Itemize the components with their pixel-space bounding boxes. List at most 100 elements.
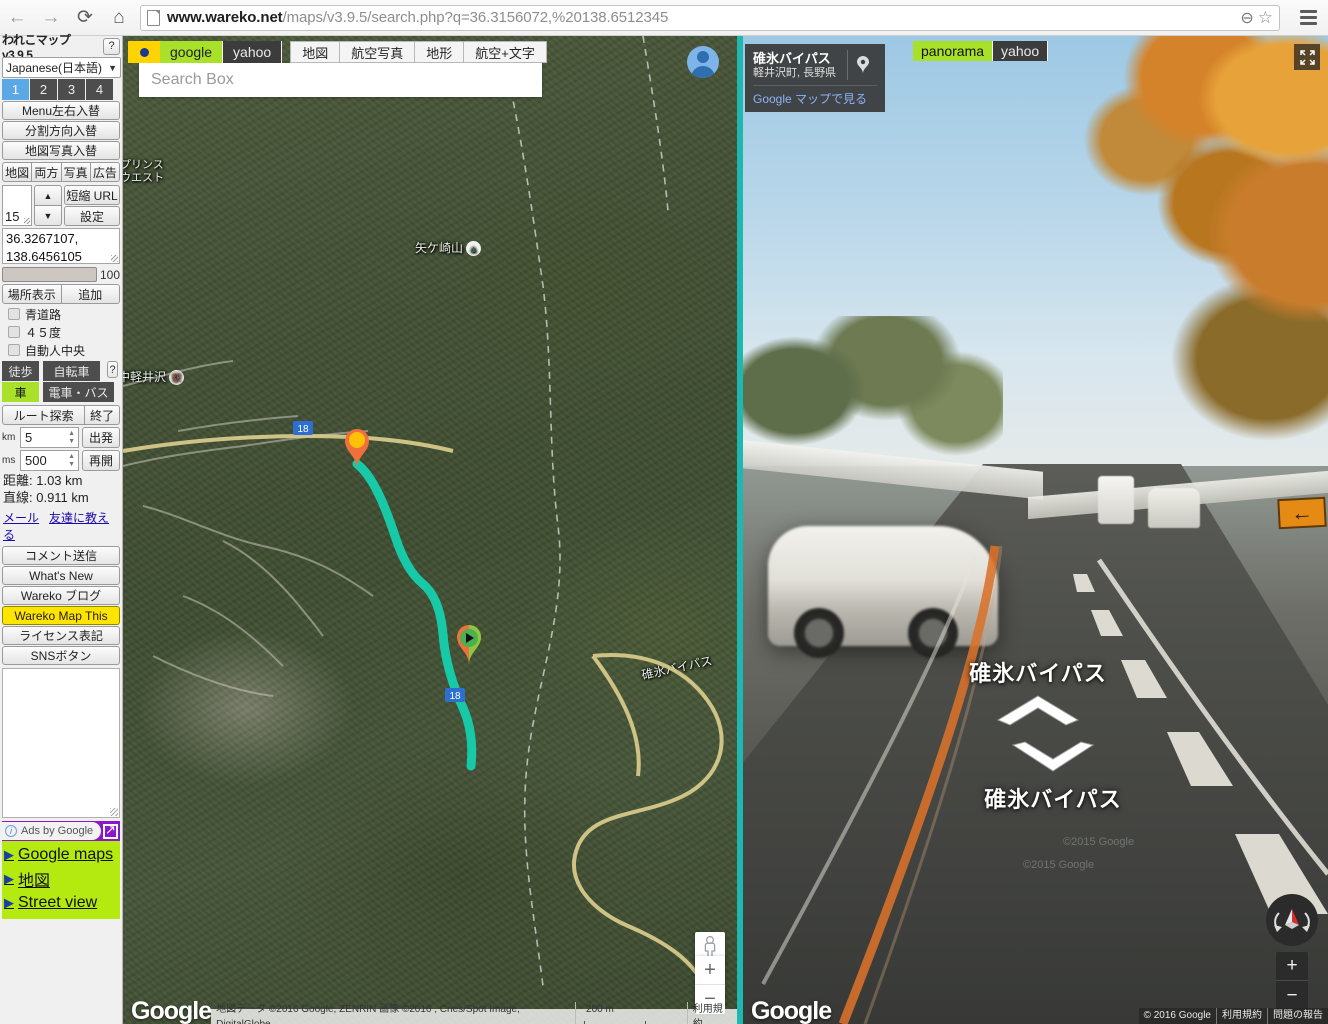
language-select[interactable]: Japanese(日本語) ▼	[2, 57, 121, 78]
notes-panel[interactable]	[2, 668, 120, 818]
sv-provider-tab-panorama[interactable]: panorama	[913, 41, 994, 61]
settings-button[interactable]: 設定	[64, 206, 120, 226]
home-icon[interactable]: ⌂	[102, 1, 136, 35]
view-mode-both[interactable]: 両方	[32, 162, 62, 182]
comment-send-button[interactable]: コメント送信	[2, 546, 120, 565]
ad-link-chizu[interactable]: ▶ 地図	[4, 867, 118, 891]
show-place-button[interactable]: 場所表示	[2, 284, 62, 304]
map-label-text: 矢ケ崎山	[415, 241, 464, 255]
back-arrow-icon[interactable]: ←	[0, 1, 34, 35]
travel-mode-transit[interactable]: 電車・バス	[43, 382, 115, 402]
route-search-button[interactable]: ルート探索	[2, 405, 86, 425]
map-terms-link[interactable]: 利用規約	[686, 1001, 737, 1024]
forward-arrow-icon[interactable]: →	[34, 1, 68, 35]
view-mode-map[interactable]: 地図	[2, 162, 33, 182]
checkbox-blue-road[interactable]: 青道路	[0, 305, 122, 323]
sv-nav-far[interactable]: 碓氷バイパス	[918, 656, 1158, 731]
map-layer-tab-terrain[interactable]: 地形	[415, 41, 465, 63]
zoom-down-button[interactable]: ▼	[34, 205, 62, 226]
map-layer-tab-satellite-labels[interactable]: 航空+文字	[464, 41, 547, 63]
checkbox-box[interactable]	[8, 326, 20, 338]
search-input[interactable]: Search Box	[139, 63, 542, 97]
panel-tab-4[interactable]: 4	[86, 79, 114, 100]
checkbox-box[interactable]	[8, 344, 20, 356]
travel-help-button[interactable]: ?	[107, 361, 118, 378]
map-provider-tab-yahoo[interactable]: yahoo	[223, 41, 283, 63]
view-mode-ads[interactable]: 広告	[90, 162, 120, 182]
streetview-panel[interactable]: 碓氷バイパス 碓氷バイパス ©2015 Google ©2015 Google …	[743, 36, 1328, 1024]
mountain-poi-icon[interactable]: ▲	[466, 241, 482, 257]
wareko-blog-button[interactable]: Wareko ブログ	[2, 586, 120, 605]
map-photo-swap-button[interactable]: 地図写真入替	[2, 141, 120, 160]
compass-icon[interactable]	[1266, 894, 1318, 946]
license-button[interactable]: ライセンス表記	[2, 626, 120, 645]
map-zoom-in-button[interactable]: +	[695, 956, 725, 985]
add-place-button[interactable]: 追加	[61, 284, 120, 304]
interval-value: 500	[25, 453, 47, 468]
zoom-out-icon[interactable]: ⊖	[1240, 8, 1253, 28]
sv-zoom-in-button[interactable]: +	[1276, 952, 1308, 981]
wareko-map-this-button[interactable]: Wareko Map This	[2, 606, 120, 625]
road-label-far: 碓氷バイパス	[969, 661, 1107, 686]
coordinates-textarea[interactable]: 36.3267107, 138.6456105	[2, 228, 120, 264]
chevron-navigation-arrow[interactable]	[996, 694, 1080, 726]
ad-link-label: Street view	[18, 894, 98, 911]
url-domain: www.wareko.net	[167, 9, 283, 26]
sv-nav-near[interactable]: 碓氷バイパス	[933, 741, 1173, 814]
zoom-level-input[interactable]: 15	[2, 185, 32, 226]
start-button[interactable]: 出発	[82, 427, 120, 448]
star-icon[interactable]: ☆	[1258, 8, 1273, 28]
sv-report-link[interactable]: 問題の報告	[1267, 1008, 1328, 1024]
triangle-right-icon: ▶	[4, 847, 14, 862]
menu-swap-button[interactable]: Menu左右入替	[2, 101, 120, 120]
speed-input[interactable]: 5 ▲ ▼	[20, 427, 79, 448]
checkbox-box[interactable]	[8, 308, 20, 320]
checkbox-45-degree[interactable]: ４５度	[0, 323, 122, 341]
external-link-icon[interactable]	[103, 822, 118, 839]
map-layer-tab-satellite[interactable]: 航空写真	[340, 41, 416, 63]
zoom-up-button[interactable]: ▲	[34, 185, 62, 205]
help-button[interactable]: ?	[103, 37, 120, 55]
checkbox-auto-center[interactable]: 自動人中央	[0, 341, 122, 359]
sns-button[interactable]: SNSボタン	[2, 646, 120, 665]
map-pin-icon[interactable]	[847, 50, 877, 80]
resume-button[interactable]: 再開	[82, 450, 120, 471]
panel-tab-1[interactable]: 1	[2, 79, 30, 100]
travel-mode-walk[interactable]: 徒歩	[2, 361, 40, 381]
start-marker-pin[interactable]	[342, 426, 372, 469]
yellow-dot-icon[interactable]	[128, 41, 160, 63]
map-panel[interactable]: 18 18 矢ケ崎山 ▲ 中軽井沢駅 碓氷バイパス プリンス ウエスト goog…	[123, 36, 737, 1024]
ad-link-street-view[interactable]: ▶ Street view	[4, 891, 118, 915]
ads-by-google-pill: i Ads by Google	[2, 822, 102, 840]
end-marker-pin[interactable]	[454, 622, 484, 665]
chevron-navigation-arrow[interactable]	[1011, 741, 1095, 773]
ad-link-google-maps[interactable]: ▶ Google maps	[4, 843, 118, 867]
url-bar[interactable]: www.wareko.net/maps/v3.9.5/search.php?q=…	[140, 4, 1280, 31]
sv-terms-link[interactable]: 利用規約	[1216, 1008, 1267, 1024]
interval-stepper-icon[interactable]: ▲ ▼	[68, 453, 75, 469]
map-provider-tab-google[interactable]: google	[160, 41, 224, 63]
map-layer-tab-chizu[interactable]: 地図	[290, 41, 341, 63]
panel-tab-3[interactable]: 3	[58, 79, 86, 100]
hamburger-menu-icon[interactable]	[1288, 0, 1328, 36]
whats-new-button[interactable]: What's New	[2, 566, 120, 585]
info-icon[interactable]: i	[5, 825, 17, 837]
short-url-button[interactable]: 短縮 URL	[64, 185, 120, 205]
reload-icon[interactable]: ⟳	[68, 1, 102, 35]
travel-mode-bicycle[interactable]: 自転車	[43, 361, 101, 381]
route-end-button[interactable]: 終了	[85, 405, 120, 425]
sv-provider-tab-yahoo[interactable]: yahoo	[993, 41, 1049, 61]
split-direction-button[interactable]: 分割方向入替	[2, 121, 120, 140]
ad-link-label: Google maps	[18, 846, 114, 863]
panel-tab-2[interactable]: 2	[30, 79, 58, 100]
mail-link[interactable]: メール	[3, 511, 39, 525]
view-mode-photo[interactable]: 写真	[61, 162, 91, 182]
speed-stepper-icon[interactable]: ▲ ▼	[68, 430, 75, 446]
fullscreen-expand-icon[interactable]	[1294, 44, 1320, 70]
travel-mode-car[interactable]: 車	[2, 382, 40, 402]
opacity-slider[interactable]	[2, 267, 97, 282]
open-in-google-maps-link[interactable]: Google マップで見る	[753, 85, 877, 107]
station-poi-icon[interactable]: 駅	[169, 370, 185, 386]
interval-input[interactable]: 500 ▲ ▼	[20, 450, 79, 471]
user-avatar-icon[interactable]	[687, 46, 719, 78]
